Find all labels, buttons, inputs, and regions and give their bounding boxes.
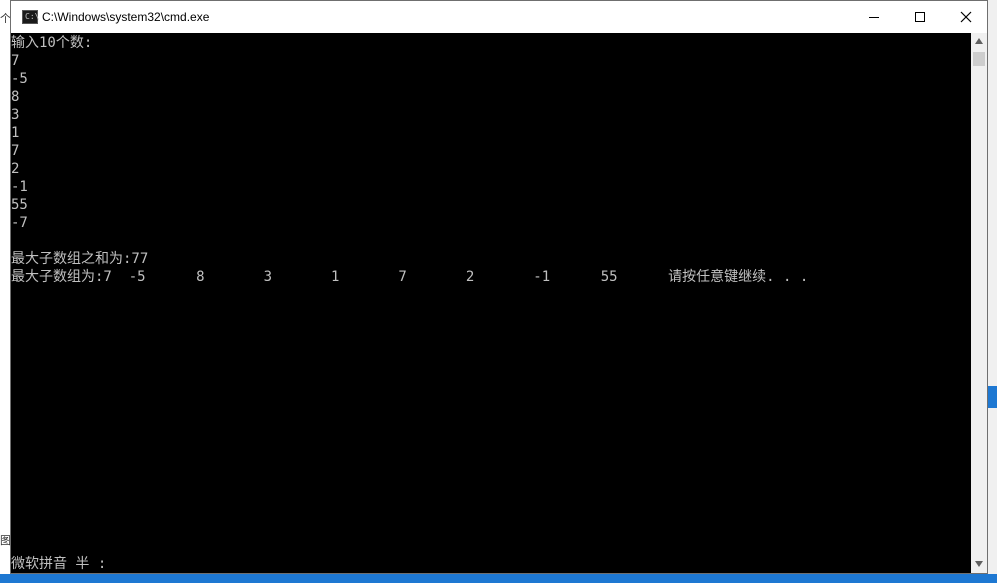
title-bar[interactable]: C:\ C:\Windows\system32\cmd.exe [11,1,987,33]
chevron-up-icon [975,38,983,44]
console-line: 2 [11,161,20,177]
console-output[interactable]: 输入10个数: 7 -5 8 3 1 7 2 -1 55 -7 最大子数组之和为:77 最大子数组为:7… [11,33,971,573]
scroll-up-button[interactable] [971,33,987,50]
scroll-thumb[interactable] [973,52,985,66]
console-line: 3 [11,107,20,123]
cmd-icon[interactable]: C:\ [22,10,40,24]
ime-status: 微软拼音 半 : [11,556,107,572]
console-line: 7 [11,53,20,69]
background-highlight [988,386,997,408]
desktop-background: 个 图 C:\ C:\Windows\system32\cmd.exe 输入10… [0,0,997,583]
console-lines: 输入10个数: 7 -5 8 3 1 7 2 -1 55 -7 最大子数组之和为:77 最大子数组为:7… [11,34,808,286]
background-window-edge: 个 图 [0,0,11,583]
window-title: C:\Windows\system32\cmd.exe [42,10,210,24]
maximize-icon [915,12,925,22]
console-line: 7 [11,143,20,159]
console-line: 8 [11,89,20,105]
console-line: 1 [11,125,20,141]
console-line: -5 [11,71,28,87]
console-line: -7 [11,215,28,231]
minimize-button[interactable] [851,1,897,33]
close-icon [960,11,972,23]
minimize-icon [869,17,879,18]
cmd-icon-prompt: C:\ [25,12,40,21]
cmd-window[interactable]: C:\ C:\Windows\system32\cmd.exe 输入10个数: 7… [10,0,988,574]
chevron-down-icon [975,561,983,567]
console-line: 输入10个数: [11,35,93,51]
vertical-scrollbar[interactable] [971,33,987,573]
console-line: 最大子数组为:7 -5 8 3 1 7 2 -1 55 请按任意键继续. . . [11,269,809,285]
maximize-button[interactable] [897,1,943,33]
console-line: 55 [11,197,28,213]
scroll-down-button[interactable] [971,556,987,573]
console-line: -1 [11,179,28,195]
close-button[interactable] [943,1,989,33]
taskbar-edge [0,574,997,583]
console-line: 最大子数组之和为:77 [11,251,149,267]
